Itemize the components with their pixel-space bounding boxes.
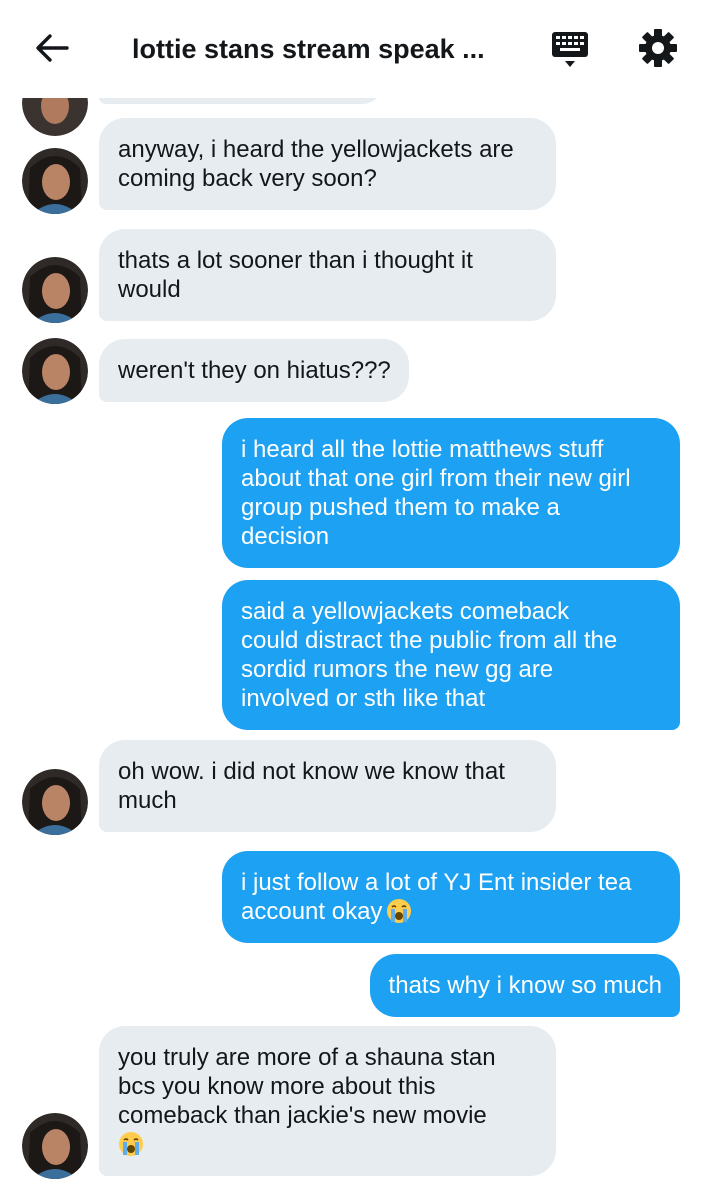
message-text: said a yellowjackets comeback could dist… xyxy=(241,598,618,712)
avatar[interactable] xyxy=(22,148,88,214)
message-text: thats a lot sooner than i thought it wou… xyxy=(118,247,473,303)
message-bubble-outgoing[interactable]: i heard all the lottie matthews stuff ab… xyxy=(222,418,680,568)
message-bubble-outgoing[interactable]: thats why i know so much xyxy=(369,954,680,1017)
message-text: weren't they on hiatus??? xyxy=(118,357,391,384)
conversation-title[interactable]: lottie stans stream speak ... xyxy=(132,30,502,68)
message-bubble-incoming[interactable]: thats a lot sooner than i thought it wou… xyxy=(99,229,556,321)
keyboard-icon xyxy=(548,32,592,76)
conversation-header: lottie stans stream speak ... xyxy=(0,0,702,98)
message-bubble-incoming[interactable]: anyway, i heard the yellowjackets are co… xyxy=(99,118,556,210)
arrow-left-icon xyxy=(35,33,69,68)
message-list[interactable]: anyway, i heard the yellowjackets are co… xyxy=(0,0,702,1200)
message-bubble-incoming[interactable]: oh wow. i did not know we know that much xyxy=(99,740,556,832)
avatar[interactable] xyxy=(22,257,88,323)
message-bubble-outgoing[interactable]: said a yellowjackets comeback could dist… xyxy=(222,580,680,730)
message-bubble-incoming[interactable]: weren't they on hiatus??? xyxy=(99,339,409,402)
settings-button[interactable] xyxy=(636,26,680,70)
message-bubble-outgoing[interactable]: i just follow a lot of YJ Ent insider te… xyxy=(222,851,680,943)
avatar[interactable] xyxy=(22,338,88,404)
message-text: i just follow a lot of YJ Ent insider te… xyxy=(241,869,632,925)
loudly-crying-face-icon xyxy=(118,1131,144,1157)
back-button[interactable] xyxy=(30,28,74,72)
loudly-crying-face-icon xyxy=(386,898,412,924)
avatar[interactable] xyxy=(22,1113,88,1179)
message-bubble-incoming[interactable]: you truly are more of a shauna stan bcs … xyxy=(99,1026,556,1176)
keyboard-toggle-button[interactable] xyxy=(548,28,592,72)
message-text: oh wow. i did not know we know that much xyxy=(118,758,505,814)
avatar[interactable] xyxy=(22,769,88,835)
message-text: thats why i know so much xyxy=(388,972,662,999)
message-text: you truly are more of a shauna stan bcs … xyxy=(118,1044,496,1129)
message-text: anyway, i heard the yellowjackets are co… xyxy=(118,136,514,192)
message-text: i heard all the lottie matthews stuff ab… xyxy=(241,436,631,550)
gear-icon xyxy=(636,29,680,74)
